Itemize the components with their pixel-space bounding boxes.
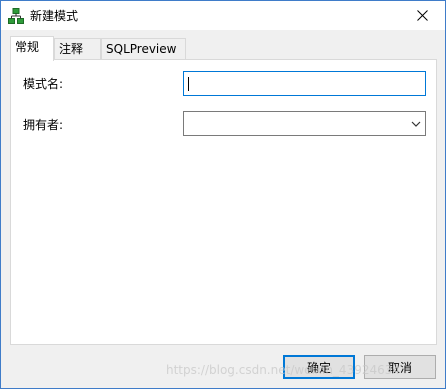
chevron-down-icon (411, 121, 421, 127)
general-tab-panel: 模式名: 拥有者: (10, 59, 437, 345)
ok-button[interactable]: 确定 (283, 355, 355, 379)
title-bar: 新建模式 (1, 1, 445, 30)
close-button[interactable] (399, 1, 445, 30)
owner-select[interactable] (183, 111, 426, 136)
schema-name-label: 模式名: (23, 77, 64, 91)
tab-sql-preview[interactable]: SQLPreview (101, 38, 186, 59)
schema-name-input[interactable] (183, 71, 426, 96)
tab-general[interactable]: 常规 (10, 36, 54, 61)
schema-tree-icon (8, 8, 24, 24)
dialog-window: 新建模式 常规 注释 SQLPreview 模式名: 拥有者: 确定 取消 ht… (0, 0, 446, 389)
close-icon (416, 10, 428, 21)
text-caret (188, 77, 189, 91)
tab-comment[interactable]: 注释 (54, 38, 101, 59)
cancel-button[interactable]: 取消 (364, 355, 436, 379)
window-title: 新建模式 (30, 9, 79, 23)
owner-label: 拥有者: (23, 118, 64, 132)
